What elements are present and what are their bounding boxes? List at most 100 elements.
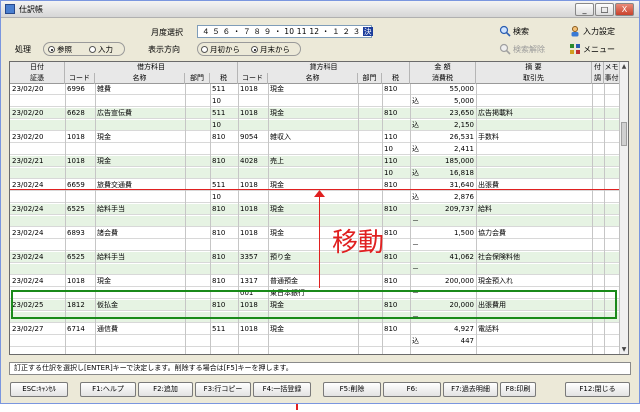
fkey-button[interactable]: ESC:ｷｬﾝｾﾙ (10, 382, 68, 397)
cell-dname: 現金 (97, 157, 111, 165)
month-values[interactable]: ４ ５ ６ ・ ７ ８ ９ ・ 10 11 12 ・ １ ２ ３ (202, 27, 363, 36)
cell-ccode (238, 120, 268, 131)
month-selected[interactable]: 決 (363, 27, 373, 36)
fkey-button[interactable]: F8:印刷 (500, 382, 536, 397)
header-amount: 金 額 (410, 62, 476, 73)
table-row[interactable]: 23/02/20 6628 広告宣伝費 511 1018 現金 810 23,650 広告掲載料 (10, 108, 620, 119)
search-button[interactable]: 検索 (499, 25, 529, 37)
scroll-thumb[interactable] (621, 122, 627, 146)
header-memo-sub-b: 付 (611, 74, 619, 82)
cell-cname: 雑収入 (270, 133, 291, 141)
header-debit-dept: 部門 (185, 73, 210, 84)
table-row[interactable]: 23/02/20 6996 雑費 511 1018 現金 810 55,000 (10, 84, 620, 95)
maximize-button[interactable]: □ (595, 3, 614, 16)
cell-summary (476, 96, 592, 107)
cell-ctax: 10 (384, 145, 393, 153)
table-row[interactable]: 23/02/20 1018 現金 810 9054 雑収入 110 26,531 手数料 (10, 132, 620, 143)
fkey-button[interactable]: F5:削除 (323, 382, 381, 397)
cell-summary: 現金預入れ (478, 277, 513, 285)
cell-dname: 現金 (97, 133, 111, 141)
table-row[interactable]: － (10, 216, 620, 227)
table-row[interactable]: 10 込 2,411 (10, 144, 620, 155)
header-adjust: 調 (592, 73, 604, 84)
fkey-button[interactable]: F12:閉じる (565, 382, 630, 397)
cell-amount (424, 264, 476, 275)
cell-dtax (210, 144, 238, 155)
cell-summary (476, 144, 592, 155)
cell-amount: 1,500 (453, 229, 474, 237)
cell-summary: 社会保険料他 (478, 253, 520, 261)
vertical-scrollbar[interactable]: ▲ ▼ (619, 62, 628, 354)
cell-dtax (210, 168, 238, 179)
cell-ctax: 10 (384, 169, 393, 177)
table-row[interactable]: 23/02/24 1018 現金 810 1317 普通預金 810 200,000 現金預入れ (10, 276, 620, 287)
table-row[interactable]: 23/02/24 6525 給料手当 810 3357 預り金 810 41,062 社会保険料… (10, 252, 620, 263)
mode-view-radio[interactable]: 参照 (48, 44, 72, 55)
header-tax-amount: 消費税 (410, 73, 476, 84)
header-debit-name: 名称 (95, 73, 185, 84)
cell-summary (476, 120, 592, 131)
table-row[interactable]: － (10, 264, 620, 275)
cell-cname (268, 144, 358, 155)
cell-dcode: 6525 (67, 205, 85, 213)
table-row[interactable]: 込 447 (10, 336, 620, 347)
input-settings-button[interactable]: 入力設定 (569, 25, 615, 37)
cell-cname (268, 120, 358, 131)
fkey-button[interactable]: F7:過去明細 (443, 382, 498, 397)
fkey-button[interactable]: F3:行コピー (195, 382, 251, 397)
cell-amount: 41,062 (449, 253, 475, 261)
cell-dtax: 511 (212, 85, 226, 93)
cell-date (10, 168, 65, 179)
month-select-input[interactable]: ４ ５ ６ ・ ７ ８ ９ ・ 10 11 12 ・ １ ２ ３ 決 (197, 25, 373, 38)
table-row[interactable]: － (10, 240, 620, 251)
header-credit-code: コード (238, 73, 268, 84)
cell-ccode: 1018 (240, 205, 258, 213)
fkey-button[interactable]: F1:ヘルプ (80, 382, 136, 397)
scroll-down-icon[interactable]: ▼ (620, 345, 628, 354)
cell-dtax: 810 (212, 205, 226, 213)
fkey-button[interactable]: F4:一括登録 (253, 382, 311, 397)
direction-start-radio[interactable]: 月初から (201, 44, 240, 55)
close-button[interactable]: X (615, 3, 634, 16)
cell-dname: 現金 (97, 277, 111, 285)
table-row[interactable]: 23/02/27 6714 通信費 511 1018 現金 810 4,927 電話料 (10, 324, 620, 335)
search-label: 検索 (513, 27, 529, 36)
cell-dname (95, 240, 185, 251)
header-credit-dept: 部門 (358, 73, 382, 84)
search-clear-button[interactable]: 検索解除 (499, 43, 545, 55)
cell-flag: 込 (412, 169, 419, 177)
table-row[interactable]: 10 込 16,818 (10, 168, 620, 179)
fkey-button[interactable]: F2:追加 (138, 382, 193, 397)
cell-ccode (238, 192, 268, 203)
cell-cname: 現金 (270, 85, 284, 93)
cell-amount: 23,650 (449, 109, 475, 117)
cell-summary (476, 336, 592, 347)
cell-ctax: 810 (384, 325, 398, 333)
table-row[interactable]: 10 込 5,000 (10, 96, 620, 107)
cell-flag: － (412, 217, 419, 225)
header-credit-group: 貸方科目 (238, 62, 410, 73)
table-row[interactable]: 10 込 2,150 (10, 120, 620, 131)
header-attach: 付 (592, 62, 604, 73)
table-row[interactable]: 23/02/21 1018 現金 810 4028 売上 110 185,000 (10, 156, 620, 167)
fkey-button[interactable]: F6: (383, 382, 441, 397)
minimize-button[interactable]: _ (575, 3, 594, 16)
cell-dtax: 511 (212, 109, 226, 117)
cell-dtax: 10 (212, 193, 221, 201)
cell-dname (95, 192, 185, 203)
scroll-up-icon[interactable]: ▲ (620, 62, 628, 71)
cell-flag (410, 252, 424, 263)
mode-input-radio[interactable]: 入力 (89, 44, 113, 55)
menu-button[interactable]: メニュー (569, 43, 615, 55)
table-row[interactable]: 23/02/24 6525 給料手当 810 1018 現金 810 209,737 給料 (10, 204, 620, 215)
cell-date: 23/02/24 (12, 277, 44, 285)
cell-ctax: 110 (384, 157, 398, 165)
cell-ccode (238, 336, 268, 347)
cell-cname (268, 264, 358, 275)
cell-dcode (65, 264, 95, 275)
cell-flag: 込 (412, 145, 419, 153)
direction-end-radio[interactable]: 月末から (251, 44, 290, 55)
cell-date (10, 144, 65, 155)
cell-summary (476, 156, 592, 167)
table-row[interactable]: 23/02/24 6893 諸会費 810 1018 現金 810 1,500 協力会費 (10, 228, 620, 239)
